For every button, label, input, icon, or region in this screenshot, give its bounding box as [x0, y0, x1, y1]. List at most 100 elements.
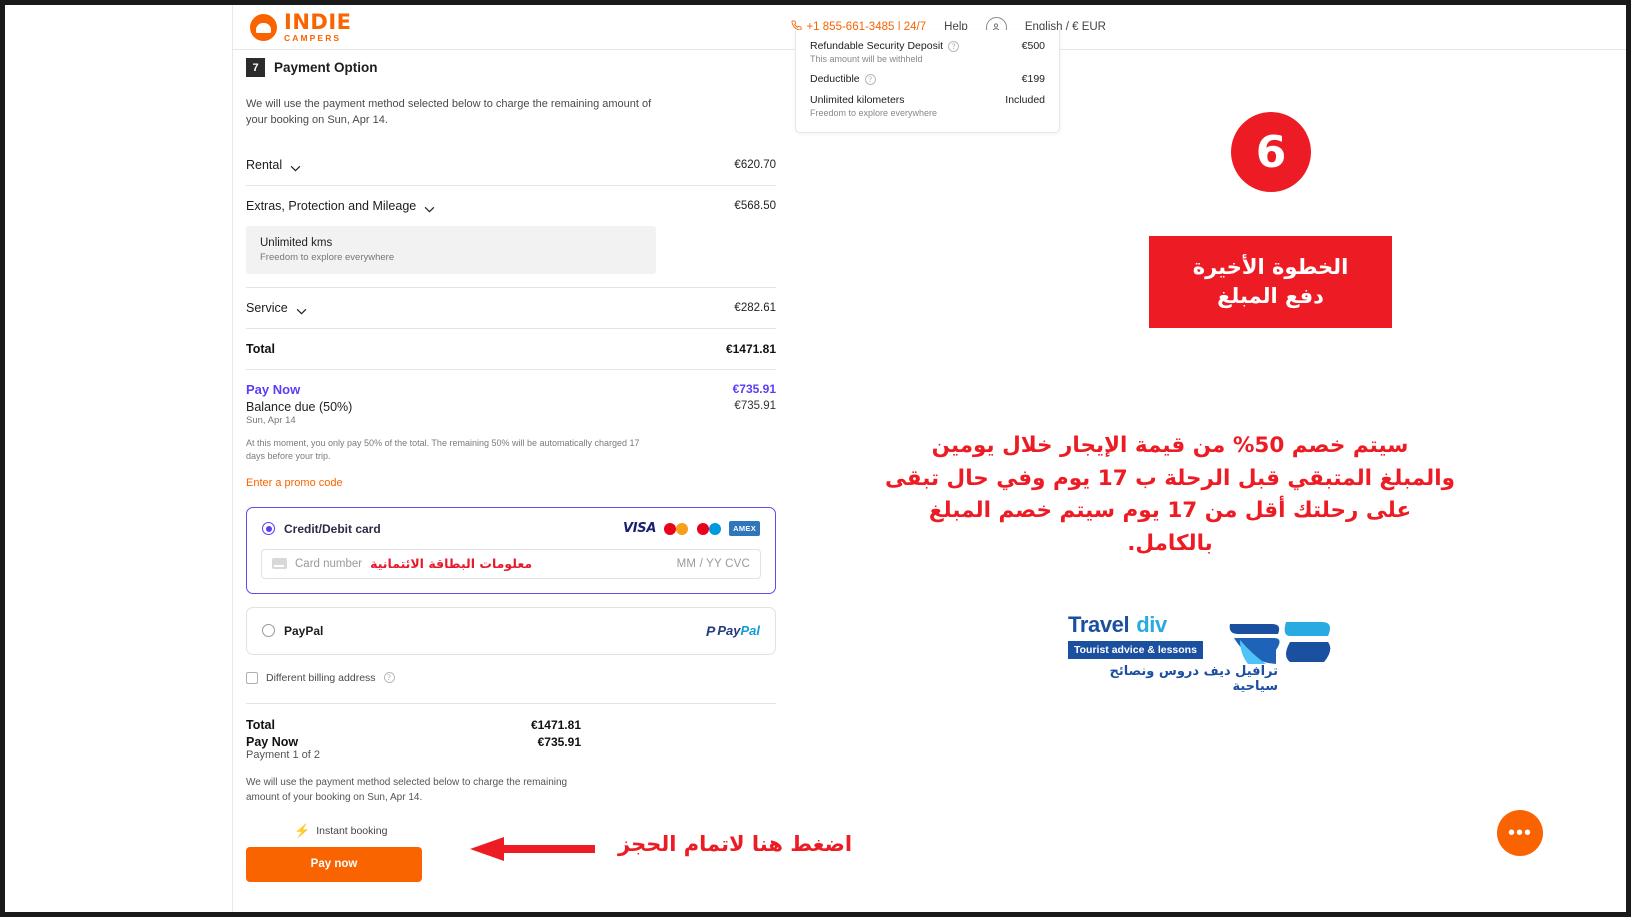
- pay-now-amount: €735.91: [732, 381, 776, 396]
- step-number-badge: 7: [246, 58, 265, 77]
- annotation-red-banner: الخطوة الأخيرة دفع المبلغ: [1149, 236, 1392, 328]
- breakdown-row-extras[interactable]: Extras, Protection and Mileage €568.50: [246, 186, 776, 219]
- amex-icon: AMEX: [729, 521, 760, 537]
- summary-label-deductible: Deductible: [810, 73, 860, 85]
- page-title: Payment Option: [274, 60, 378, 75]
- bottom-charge-note: We will use the payment method selected …: [246, 776, 568, 803]
- card-expiry-cvc-placeholder: MM / YY CVC: [676, 557, 750, 570]
- instant-booking-label: Instant booking: [316, 824, 388, 837]
- annotation-paragraph-line2: والمبلغ المتبقي قبل الرحلة ب 17 يوم وفي …: [885, 465, 1455, 491]
- payment-schedule-note: At this moment, you only pay 50% of the …: [246, 437, 640, 462]
- breakdown-amount-extras: €568.50: [734, 199, 776, 212]
- frame-border-bottom: [0, 912, 1631, 917]
- step-header: 7 Payment Option: [246, 58, 776, 77]
- bottom-paynow-row: Pay Now €735.91: [246, 735, 581, 749]
- breakdown-row-service[interactable]: Service €282.61: [246, 288, 776, 329]
- card-brand-logos: VISA AMEX: [623, 521, 760, 537]
- payment-method-credit-card[interactable]: Credit/Debit card VISA AMEX Card number …: [246, 506, 776, 594]
- card-number-placeholder: Card number: [295, 557, 363, 570]
- breakdown-label-service: Service: [246, 300, 288, 315]
- watermark-title-a: Travel: [1068, 612, 1130, 637]
- pay-now-block: Pay Now €735.91 Balance due (50%) €735.9…: [246, 370, 776, 489]
- chevron-down-icon: [424, 202, 435, 213]
- chevron-down-icon: [296, 304, 307, 315]
- summary-sub-kilometers: Freedom to explore everywhere: [810, 108, 938, 118]
- help-question-icon[interactable]: ?: [864, 73, 876, 85]
- summary-value-deductible: €199: [1021, 73, 1045, 85]
- summary-sub-deposit: This amount will be withheld: [810, 54, 923, 64]
- summary-value-deposit: €500: [1021, 40, 1045, 52]
- different-billing-checkbox[interactable]: [246, 671, 258, 684]
- annotation-banner-line1: الخطوة الأخيرة: [1192, 255, 1349, 280]
- annotation-paragraph-line1: سيتم خصم 50% من قيمة الإيجار خلال يومين: [931, 433, 1409, 458]
- breakdown-label-rental: Rental: [246, 157, 283, 172]
- indie-campers-logo-icon: [250, 13, 277, 41]
- section-divider: [246, 702, 776, 704]
- watermark-logo: Travel div Tourist advice & lessons تراف…: [1068, 612, 1331, 694]
- bottom-paynow-label: Pay Now: [246, 734, 299, 749]
- credit-card-icon: [272, 558, 287, 570]
- unlimited-kms-wrapper: Unlimited kms Freedom to explore everywh…: [246, 219, 776, 288]
- watermark-title-b: div: [1136, 612, 1167, 637]
- total-label: Total: [246, 341, 275, 356]
- payment-count-label: Payment 1 of 2: [246, 748, 320, 761]
- card-annotation-arabic: معلومات البطاقة الائتمانية: [370, 556, 533, 572]
- brand-subtitle: CAMPERS: [284, 32, 342, 43]
- pay-now-button[interactable]: Pay now: [246, 846, 422, 882]
- pay-now-label: Pay Now: [246, 381, 301, 397]
- bottom-paynow-amount: €735.91: [537, 734, 581, 749]
- balance-due-label: Balance due (50%): [246, 399, 353, 414]
- credit-card-radio[interactable]: [262, 522, 275, 536]
- mastercard-icon: [663, 521, 689, 537]
- annotation-cta-text: اضغط هنا لاتمام الحجز: [618, 832, 853, 856]
- maestro-icon: [696, 521, 722, 537]
- promo-code-link[interactable]: Enter a promo code: [246, 477, 776, 489]
- chevron-down-icon: [290, 161, 301, 172]
- bottom-total-row: Total €1471.81: [246, 718, 581, 732]
- bottom-summary: Total €1471.81 Pay Now €735.91 Payment 1…: [246, 718, 581, 805]
- pay-now-row: Pay Now €735.91: [246, 382, 776, 397]
- annotation-banner-line2: دفع المبلغ: [1217, 284, 1324, 308]
- visa-icon: VISA: [623, 521, 657, 537]
- brand-name: INDIE: [284, 9, 352, 34]
- credit-card-label: Credit/Debit card: [284, 521, 381, 536]
- screenshot-root: INDIE CAMPERS +1 855-661-3485 | 24/7 Hel…: [0, 0, 1631, 917]
- different-billing-address-row[interactable]: Different billing address ?: [246, 671, 776, 684]
- unlimited-kms-box: Unlimited kms Freedom to explore everywh…: [246, 225, 656, 274]
- help-question-icon[interactable]: ?: [948, 40, 960, 52]
- bottom-total-amount: €1471.81: [530, 717, 581, 732]
- breakdown-row-rental[interactable]: Rental €620.70: [246, 145, 776, 186]
- balance-due-amount: €735.91: [734, 399, 776, 412]
- brand-logo[interactable]: INDIE CAMPERS: [250, 9, 352, 43]
- annotation-step-circle: 6: [1231, 112, 1311, 192]
- bottom-total-label: Total: [246, 717, 275, 732]
- total-row: Total €1471.81: [246, 329, 776, 370]
- paypal-label: PayPal: [284, 623, 324, 638]
- summary-value-kilometers: Included: [1005, 94, 1045, 106]
- breakdown-amount-rental: €620.70: [734, 158, 776, 171]
- summary-row-deposit: Refundable Security Deposit ? This amoun…: [810, 40, 1045, 64]
- breakdown-amount-service: €282.61: [734, 301, 776, 314]
- different-billing-label: Different billing address: [266, 671, 376, 684]
- unlimited-kms-title: Unlimited kms: [260, 236, 333, 249]
- chat-support-button[interactable]: •••: [1497, 810, 1543, 856]
- summary-row-deductible: Deductible ? €199: [810, 73, 1045, 85]
- paypal-radio[interactable]: [262, 624, 275, 638]
- watermark-subtitle: Tourist advice & lessons: [1068, 641, 1203, 659]
- summary-row-kilometers: Unlimited kilometers Freedom to explore …: [810, 94, 1045, 118]
- booking-summary-panel: Refundable Security Deposit ? This amoun…: [795, 30, 1060, 133]
- lightning-bolt-icon: ⚡: [294, 822, 311, 838]
- payment-method-paypal[interactable]: PayPal P Pay Pal: [246, 606, 776, 655]
- page-left-gutter: [5, 5, 233, 912]
- card-number-input[interactable]: Card number معلومات البطاقة الائتمانية M…: [261, 548, 761, 579]
- payment-methods: Credit/Debit card VISA AMEX Card number …: [246, 506, 776, 655]
- summary-label-deposit: Refundable Security Deposit: [810, 40, 944, 52]
- paypal-icon: P Pay Pal: [706, 622, 760, 639]
- unlimited-kms-subtitle: Freedom to explore everywhere: [260, 251, 395, 263]
- watermark-shape-icon: [1228, 614, 1333, 672]
- help-question-icon[interactable]: ?: [383, 672, 395, 684]
- annotation-paragraph-line3: على رحلتك أقل من 17 يوم سيتم خصم المبلغ …: [928, 498, 1412, 557]
- breakdown-label-extras: Extras, Protection and Mileage: [246, 198, 417, 213]
- frame-border-right: [1626, 0, 1631, 917]
- total-amount: €1471.81: [725, 341, 776, 356]
